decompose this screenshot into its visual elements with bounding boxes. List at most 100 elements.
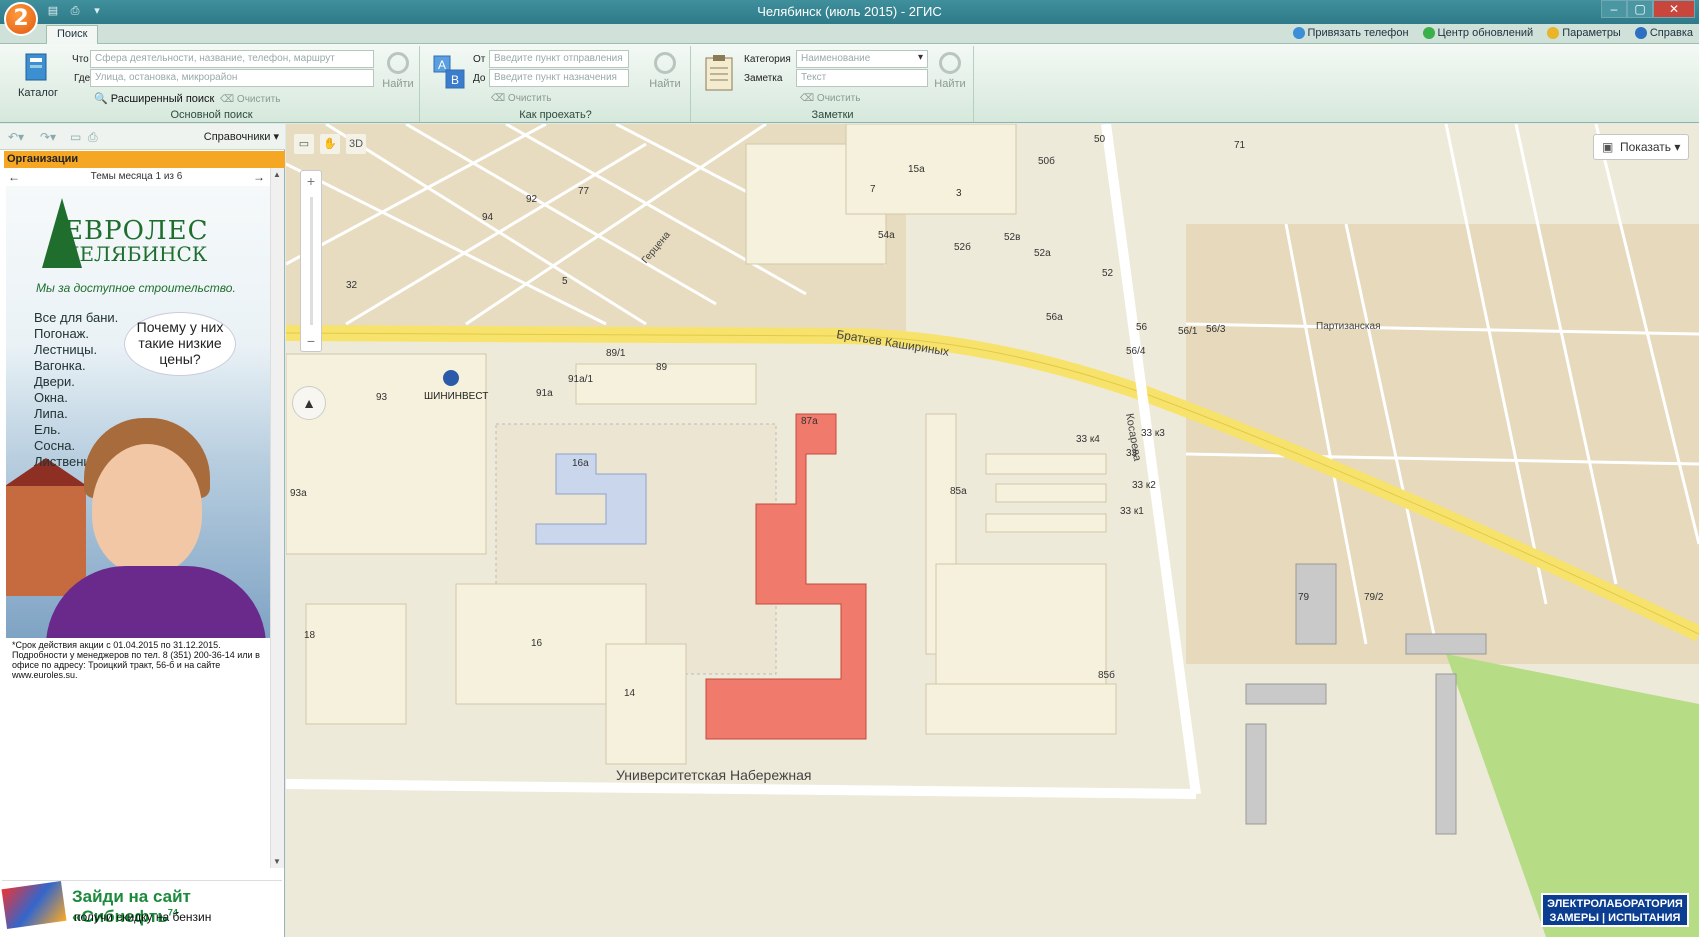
- maximize-button[interactable]: ▢: [1627, 0, 1653, 18]
- building-number: 79: [1298, 592, 1310, 603]
- prev-arrow-icon[interactable]: ←: [8, 169, 20, 185]
- building-number: 77: [578, 186, 590, 197]
- map-view[interactable]: Братьев Кашириных Университетская Набере…: [286, 124, 1699, 937]
- what-input[interactable]: Сфера деятельности, название, телефон, м…: [90, 50, 374, 68]
- forward-icon[interactable]: ↷▾: [40, 130, 56, 144]
- where-input[interactable]: Улица, остановка, микрорайон: [90, 69, 374, 87]
- params-link[interactable]: Параметры: [1547, 27, 1621, 39]
- map-tools: ▭ ✋ 3D: [294, 134, 366, 154]
- mode-3d-button[interactable]: 3D: [346, 134, 366, 154]
- group-notes: Категория Наименование ▾ Заметка Текст ⌫ …: [692, 46, 974, 122]
- building-number: 18: [304, 630, 316, 641]
- clear-route-link[interactable]: ⌫ Очистить: [491, 93, 551, 104]
- route-icon-button[interactable]: AB: [431, 54, 467, 93]
- scroll-up-icon[interactable]: ▲: [273, 170, 281, 179]
- help-link[interactable]: Справка: [1634, 27, 1693, 39]
- find-notes-label: Найти: [934, 78, 966, 90]
- building-number: 7: [870, 184, 876, 195]
- clear-main-link[interactable]: ⌫ Очистить: [220, 94, 280, 105]
- clear-main-label: Очистить: [236, 94, 281, 105]
- clear-route-label: Очистить: [507, 93, 552, 104]
- banner-line2: получи скидку на бензин: [74, 910, 212, 924]
- find-route-button[interactable]: Найти: [647, 52, 683, 90]
- note-input[interactable]: Текст: [796, 69, 928, 87]
- catalog-button[interactable]: Каталог: [18, 52, 58, 99]
- building-number: 94: [482, 212, 494, 223]
- building-number: 87а: [801, 416, 818, 427]
- note-label: Заметка: [744, 73, 783, 84]
- close-button[interactable]: ✕: [1653, 0, 1695, 18]
- ad-item: Двери.: [34, 374, 75, 389]
- back-icon[interactable]: ↶▾: [8, 130, 24, 144]
- advanced-search-label: Расширенный поиск: [110, 93, 215, 105]
- magnifier-icon: [654, 52, 676, 74]
- catalog-label: Каталог: [18, 87, 58, 99]
- building-number: 92: [526, 194, 538, 205]
- notes-icon-button[interactable]: [702, 54, 736, 95]
- to-input[interactable]: Введите пункт назначения: [489, 69, 629, 87]
- building-number: 52: [1102, 268, 1114, 279]
- next-arrow-icon[interactable]: →: [253, 169, 265, 185]
- building-number: 3: [956, 188, 962, 199]
- params-label: Параметры: [1562, 27, 1621, 39]
- advertisement[interactable]: ЕВРОЛЕС ЧЕЛЯБИНСК Мы за доступное строит…: [6, 186, 270, 638]
- title-bar: ▤ ⎙ ▾ Челябинск (июль 2015) - 2ГИС – ▢ ✕: [0, 0, 1699, 24]
- tab-search[interactable]: Поиск: [46, 25, 99, 45]
- building-number: 93: [376, 392, 388, 403]
- update-center-link[interactable]: Центр обновлений: [1422, 27, 1533, 39]
- chevron-down-icon: ▾: [917, 52, 923, 63]
- phone-icon: [1292, 27, 1305, 39]
- building-number: 32: [346, 280, 358, 291]
- magnifier-icon: [939, 52, 961, 74]
- tire-shop-icon[interactable]: [443, 370, 459, 386]
- building-number: 14: [624, 688, 636, 699]
- clear-notes-link[interactable]: ⌫ Очистить: [800, 93, 860, 104]
- sibneft-banner[interactable]: Зайди на сайт «Сибнефть74 получи скидку …: [1, 880, 282, 929]
- building-number: 56/3: [1206, 324, 1226, 335]
- app-logo[interactable]: 2: [4, 2, 38, 36]
- directories-dropdown[interactable]: Справочники ▾: [204, 130, 279, 143]
- from-input[interactable]: Введите пункт отправления: [489, 50, 629, 68]
- building-number: 33 к2: [1132, 480, 1156, 491]
- help-icon: [1634, 27, 1647, 39]
- group-main-search: Каталог Что Сфера деятельности, название…: [4, 46, 420, 122]
- building-number: 56/1: [1178, 326, 1198, 337]
- badge-line1: ЭЛЕКТРОЛАБОРАТОРИЯ: [1547, 898, 1683, 910]
- left-scrollbar[interactable]: ▲ ▼: [270, 168, 284, 868]
- building-number: 56а: [1046, 312, 1063, 323]
- advanced-search-link[interactable]: 🔍 Расширенный поиск: [94, 92, 214, 105]
- bind-phone-link[interactable]: Привязать телефон: [1292, 27, 1409, 39]
- find-notes-button[interactable]: Найти: [932, 52, 968, 90]
- compass-icon[interactable]: ▲: [292, 386, 326, 420]
- show-layers-button[interactable]: Показать ▾: [1593, 134, 1689, 160]
- zoom-out-icon[interactable]: −: [301, 333, 321, 349]
- map-canvas[interactable]: Братьев Кашириных Университетская Набере…: [286, 124, 1699, 937]
- print-icon[interactable]: ⎙: [88, 130, 98, 145]
- minimize-button[interactable]: –: [1601, 0, 1627, 18]
- ruler-icon[interactable]: ▭: [294, 134, 314, 154]
- building-number: 79/2: [1364, 592, 1384, 603]
- building-number: 33 к1: [1120, 506, 1144, 517]
- poi-label[interactable]: ШИНИНВЕСТ: [424, 391, 488, 402]
- find-route-label: Найти: [649, 78, 681, 90]
- electrolab-badge[interactable]: ЭЛЕКТРОЛАБОРАТОРИЯ ЗАМЕРЫ | ИСПЫТАНИЯ: [1541, 893, 1689, 927]
- building-number: 89: [656, 362, 668, 373]
- organizations-header[interactable]: Организации: [4, 151, 285, 168]
- scroll-down-icon[interactable]: ▼: [273, 857, 281, 866]
- zoom-slider[interactable]: [310, 197, 313, 325]
- building-number: 33 к3: [1141, 428, 1165, 439]
- top-links: Привязать телефон Центр обновлений Парам…: [1292, 27, 1693, 39]
- category-select[interactable]: Наименование ▾: [796, 50, 928, 68]
- hand-icon[interactable]: ✋: [320, 134, 340, 154]
- group-notes-label: Заметки: [811, 109, 854, 121]
- zoom-control[interactable]: + −: [300, 170, 322, 352]
- building-number: 93а: [290, 488, 307, 499]
- ad-brand-line2: ЧЕЛЯБИНСК: [64, 242, 208, 266]
- find-main-button[interactable]: Найти: [380, 52, 416, 90]
- zoom-in-icon[interactable]: +: [301, 173, 321, 189]
- catalog-icon: [25, 53, 47, 81]
- refresh-icon: [1422, 27, 1435, 39]
- save-icon[interactable]: ▭: [70, 130, 81, 144]
- building-number: 89/1: [606, 348, 626, 359]
- building-number: 91а: [536, 388, 553, 399]
